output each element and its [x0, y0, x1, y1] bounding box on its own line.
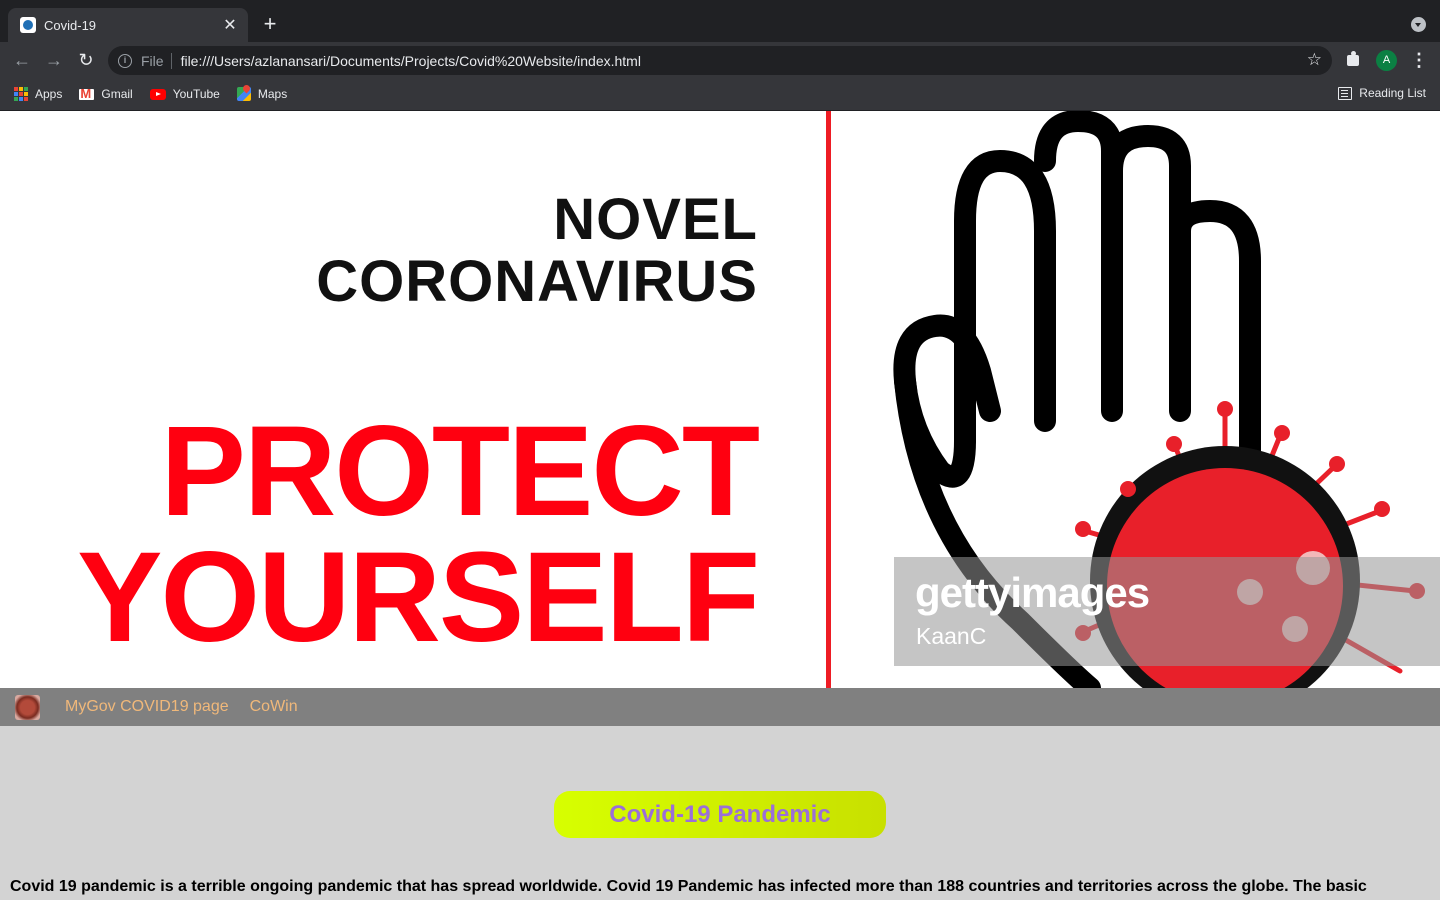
hero-divider: [826, 111, 831, 688]
bookmark-label: Gmail: [101, 87, 133, 101]
new-tab-icon[interactable]: +: [258, 12, 282, 36]
watermark-logo: gettyimages: [915, 569, 1150, 616]
bookmark-star-icon[interactable]: ☆: [1307, 50, 1322, 70]
intro-paragraph: Covid 19 pandemic is a terrible ongoing …: [10, 878, 1367, 895]
url-scheme: File: [141, 52, 164, 69]
close-tab-icon[interactable]: ✕: [222, 15, 238, 35]
tab-title: Covid-19: [44, 17, 97, 33]
apps-icon: [14, 87, 28, 101]
site-info-icon[interactable]: i: [118, 53, 132, 68]
page-heading: Covid-19 Pandemic: [554, 791, 886, 838]
site-navbar: MyGov COVID19 page CoWin: [0, 688, 1440, 726]
gmail-icon: [79, 86, 95, 101]
browser-tab[interactable]: Covid-19 ✕: [8, 8, 248, 42]
bookmark-youtube[interactable]: YouTube: [149, 87, 220, 101]
bookmark-label: Apps: [35, 87, 63, 101]
maps-icon: [236, 87, 251, 101]
hero-banner-image: NOVEL CORONAVIRUS PROTECT YOURSELF getty…: [0, 111, 1440, 688]
bookmark-maps[interactable]: Maps: [236, 87, 288, 101]
reload-icon[interactable]: ↻: [75, 49, 97, 71]
reading-list-button[interactable]: Reading List: [1338, 86, 1426, 100]
profile-avatar[interactable]: A: [1376, 50, 1397, 71]
favicon-icon: [20, 17, 36, 33]
youtube-icon: [149, 88, 166, 100]
url-separator: [170, 52, 172, 69]
stock-photo-watermark: gettyimages KaanC: [894, 557, 1440, 666]
tab-search-icon[interactable]: [1411, 17, 1426, 32]
bookmark-gmail[interactable]: Gmail: [79, 86, 133, 101]
back-arrow-icon[interactable]: ←: [11, 49, 33, 71]
bookmarks-bar: Apps Gmail YouTube Maps Reading List: [0, 78, 1440, 111]
extensions-icon[interactable]: [1345, 50, 1363, 68]
bookmark-apps[interactable]: Apps: [14, 87, 62, 101]
main-content: Covid-19 Pandemic Covid 19 pandemic is a…: [0, 726, 1440, 900]
url-text[interactable]: file:///Users/azlanansari/Documents/Proj…: [181, 53, 641, 69]
virus-logo-icon[interactable]: [15, 694, 40, 720]
bookmark-label: YouTube: [172, 87, 220, 101]
browser-tab-bar: Covid-19 ✕ +: [0, 0, 1440, 42]
watermark-credit: KaanC: [916, 623, 987, 649]
forward-arrow-icon[interactable]: →: [43, 49, 65, 71]
reading-list-icon: [1338, 86, 1353, 100]
bookmark-label: Maps: [257, 87, 288, 101]
hero-line-coronavirus: CORONAVIRUS: [316, 249, 758, 314]
nav-link-mygov[interactable]: MyGov COVID19 page: [65, 698, 229, 716]
hero-line-yourself: YOURSELF: [77, 526, 760, 669]
address-bar[interactable]: i File file:///Users/azlanansari/Documen…: [108, 46, 1332, 75]
browser-toolbar: ← → ↻ i File file:///Users/azlanansari/D…: [0, 42, 1440, 78]
nav-link-cowin[interactable]: CoWin: [250, 698, 298, 716]
hero-line-novel: NOVEL: [553, 187, 758, 252]
hero-line-protect: PROTECT: [160, 400, 760, 543]
menu-kebab-icon[interactable]: ⋮: [1410, 49, 1428, 71]
reading-list-label: Reading List: [1359, 86, 1426, 100]
